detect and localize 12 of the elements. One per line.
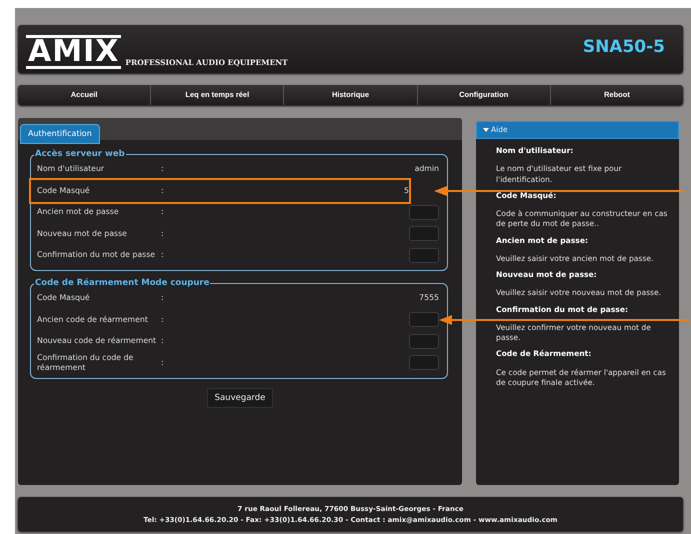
save-button[interactable]: Sauvegarde (206, 388, 274, 408)
section-title: Code de Réarmement Mode coupure (34, 279, 210, 288)
logo: AMIX (26, 35, 122, 69)
tab[interactable]: Authentification (20, 124, 100, 144)
input-field[interactable] (409, 204, 439, 220)
input-field[interactable] (409, 248, 439, 263)
input-field[interactable] (409, 312, 439, 328)
input-field[interactable] (409, 226, 439, 242)
input-field[interactable] (409, 355, 439, 370)
section-title: Accès serveur web (34, 150, 126, 158)
input-field[interactable] (409, 334, 439, 349)
model-name: SNA50-5 (582, 37, 665, 59)
